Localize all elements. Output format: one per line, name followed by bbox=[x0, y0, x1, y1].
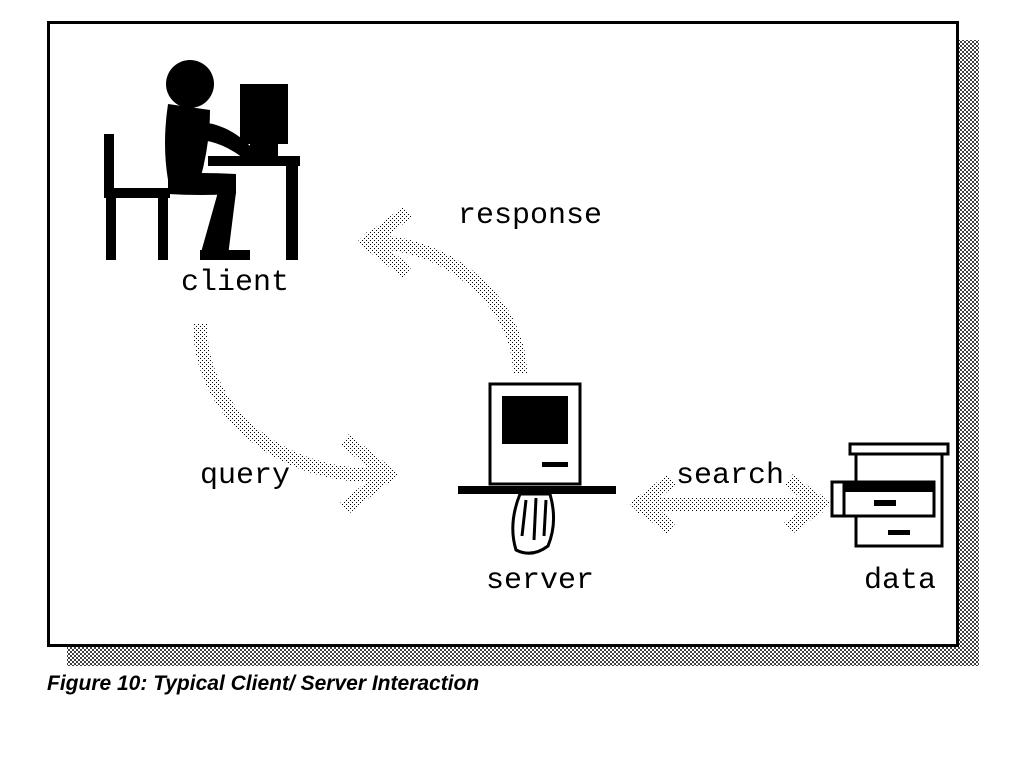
server-label: server bbox=[450, 564, 630, 598]
client-label: client bbox=[145, 266, 325, 300]
server-icon bbox=[458, 384, 616, 553]
response-arrow bbox=[368, 216, 520, 374]
response-label: response bbox=[420, 199, 640, 233]
diagram-panel: client server data query response search bbox=[47, 21, 959, 647]
data-icon bbox=[832, 444, 948, 546]
query-label: query bbox=[165, 459, 325, 493]
figure-caption: Figure 10: Typical Client/ Server Intera… bbox=[47, 672, 479, 696]
diagram-art bbox=[50, 24, 956, 644]
client-icon bbox=[104, 60, 300, 260]
data-label: data bbox=[830, 564, 970, 598]
page: client server data query response search… bbox=[0, 0, 1024, 768]
search-label: search bbox=[640, 459, 820, 493]
